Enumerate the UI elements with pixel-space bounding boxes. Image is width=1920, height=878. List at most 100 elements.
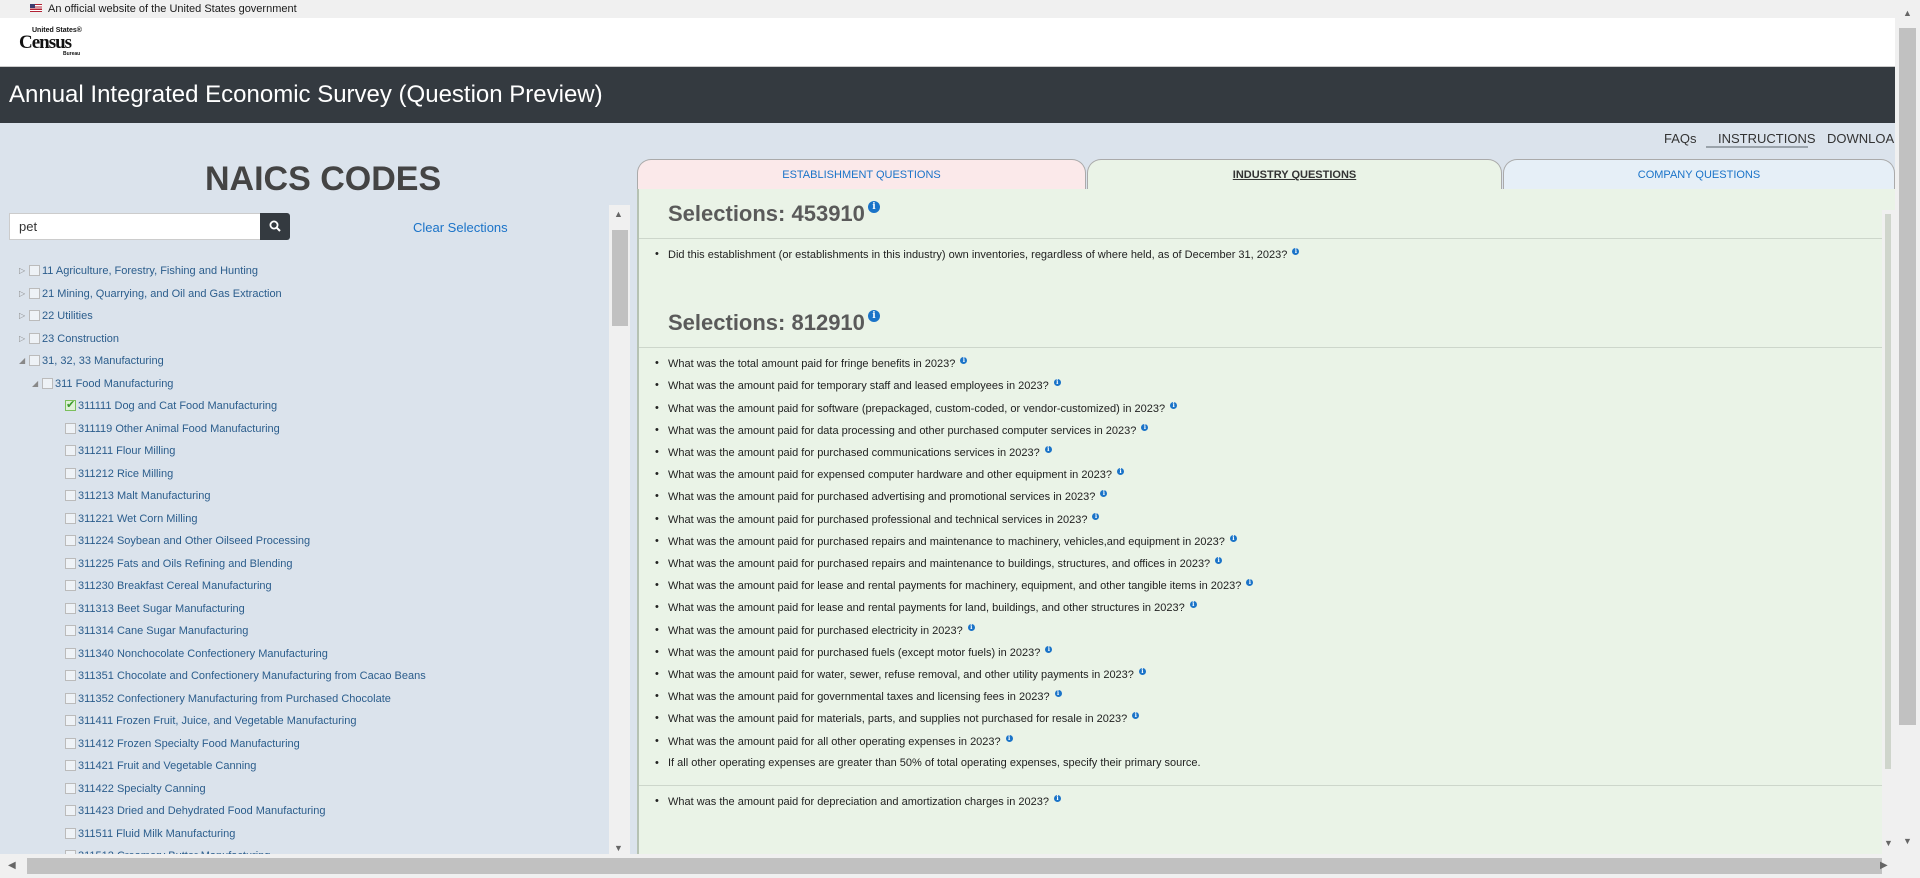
naics-item-label[interactable]: 311422 Specialty Canning — [78, 783, 206, 795]
naics-item-label[interactable]: 22 Utilities — [42, 310, 93, 322]
naics-item-label[interactable]: 311119 Other Animal Food Manufacturing — [78, 423, 280, 435]
page-scroll-thumb[interactable] — [1899, 28, 1916, 725]
info-icon[interactable]: i — [867, 201, 880, 213]
naics-checkbox[interactable] — [29, 310, 40, 321]
info-icon[interactable]: i — [1053, 795, 1061, 802]
clear-selections-link[interactable]: Clear Selections — [413, 220, 508, 235]
info-icon[interactable]: i — [1215, 557, 1223, 564]
naics-item-label[interactable]: 311412 Frozen Specialty Food Manufacturi… — [78, 738, 300, 750]
naics-item-label[interactable]: 311224 Soybean and Other Oilseed Process… — [78, 535, 310, 547]
naics-item-label[interactable]: 23 Construction — [42, 333, 119, 345]
naics-checkbox[interactable] — [29, 332, 40, 344]
info-icon[interactable]: i — [1045, 645, 1053, 653]
scroll-up-icon[interactable]: ▲ — [614, 209, 623, 219]
naics-checkbox[interactable] — [65, 782, 76, 794]
naics-item-label[interactable]: 311314 Cane Sugar Manufacturing — [78, 625, 248, 637]
naics-search-input[interactable]: pet — [9, 213, 261, 240]
instructions-link[interactable]: INSTRUCTIONS — [1718, 131, 1816, 146]
horizontal-scrollbar[interactable]: ◀ ▶ — [0, 854, 1895, 878]
info-icon[interactable]: i — [960, 357, 968, 365]
naics-checkbox[interactable] — [65, 805, 76, 816]
naics-checkbox[interactable] — [65, 715, 76, 726]
page-scroll-down-icon[interactable]: ▼ — [1903, 836, 1912, 846]
expand-toggle-icon[interactable]: ◢ — [32, 379, 40, 388]
info-icon[interactable]: i — [1053, 379, 1061, 387]
info-icon[interactable]: i — [1189, 601, 1197, 609]
naics-checkbox[interactable] — [29, 287, 40, 299]
info-icon[interactable]: i — [1138, 668, 1146, 675]
naics-checkbox[interactable] — [65, 490, 76, 501]
info-icon[interactable]: i — [1246, 579, 1254, 587]
naics-checkbox[interactable] — [65, 602, 76, 614]
expand-toggle-icon[interactable]: ▷ — [19, 289, 27, 298]
naics-item-label[interactable]: 311351 Chocolate and Confectionery Manuf… — [78, 670, 426, 682]
naics-item-label[interactable]: 311352 Confectionery Manufacturing from … — [78, 693, 391, 705]
faqs-link[interactable]: FAQs — [1664, 131, 1697, 146]
info-icon[interactable]: i — [1141, 423, 1149, 431]
naics-item-label[interactable]: 311212 Rice Milling — [78, 468, 173, 480]
naics-item-label[interactable]: 311421 Fruit and Vegetable Canning — [78, 760, 256, 772]
naics-checkbox[interactable] — [65, 422, 76, 434]
naics-checkbox[interactable] — [29, 355, 40, 366]
info-icon[interactable]: i — [1005, 734, 1013, 742]
panel-scroll-thumb[interactable] — [1885, 214, 1891, 769]
naics-item-label[interactable]: 311230 Breakfast Cereal Manufacturing — [78, 580, 272, 592]
naics-item-label[interactable]: 311423 Dried and Dehydrated Food Manufac… — [78, 805, 325, 817]
h-scroll-thumb[interactable] — [27, 858, 1882, 874]
info-icon[interactable]: i — [1170, 401, 1178, 409]
naics-item-label[interactable]: 311 Food Manufacturing — [55, 378, 173, 390]
naics-checkbox[interactable] — [65, 827, 76, 839]
info-icon[interactable]: i — [1044, 446, 1052, 453]
naics-item-label[interactable]: 311411 Frozen Fruit, Juice, and Vegetabl… — [78, 715, 356, 727]
naics-checkbox[interactable] — [65, 737, 76, 749]
expand-toggle-icon[interactable]: ▷ — [19, 267, 27, 275]
tree-scroll-thumb[interactable] — [612, 230, 628, 326]
tree-scrollbar[interactable]: ▲ ▼ — [609, 205, 630, 856]
naics-item-label[interactable]: 311111 Dog and Cat Food Manufacturing — [78, 400, 277, 412]
naics-checkbox[interactable] — [65, 512, 76, 524]
info-icon[interactable]: i — [1292, 248, 1300, 255]
naics-item-label[interactable]: 311511 Fluid Milk Manufacturing — [78, 828, 235, 840]
naics-checkbox[interactable] — [65, 580, 76, 591]
naics-checkbox[interactable] — [29, 265, 40, 276]
tab-industry-questions[interactable]: INDUSTRY QUESTIONS — [1087, 159, 1502, 190]
census-logo[interactable]: United States® Census Bureau — [19, 27, 89, 59]
page-scrollbar[interactable]: ▲ ▼ — [1895, 0, 1920, 878]
naics-checkbox[interactable] — [42, 377, 53, 389]
info-icon[interactable]: i — [1132, 712, 1140, 720]
naics-item-label[interactable]: 11 Agriculture, Forestry, Fishing and Hu… — [42, 265, 258, 277]
expand-toggle-icon[interactable]: ◢ — [19, 357, 27, 365]
info-icon[interactable]: i — [867, 310, 880, 323]
naics-item-label[interactable]: 31, 32, 33 Manufacturing — [42, 355, 164, 367]
info-icon[interactable]: i — [1092, 512, 1100, 520]
naics-checkbox[interactable] — [65, 625, 76, 636]
info-icon[interactable]: i — [1116, 468, 1124, 476]
naics-item-label[interactable]: 311340 Nonchocolate Confectionery Manufa… — [78, 648, 328, 660]
search-button[interactable] — [260, 213, 290, 240]
panel-scroll-down-icon[interactable]: ▼ — [1884, 838, 1893, 848]
scroll-down-icon[interactable]: ▼ — [614, 843, 623, 853]
scroll-right-icon[interactable]: ▶ — [1880, 860, 1888, 871]
download-link[interactable]: DOWNLOAD — [1827, 131, 1904, 146]
expand-toggle-icon[interactable]: ▷ — [19, 334, 27, 343]
naics-item-label[interactable]: 311225 Fats and Oils Refining and Blendi… — [78, 558, 292, 570]
page-scroll-up-icon[interactable]: ▲ — [1903, 8, 1912, 18]
tab-company-questions[interactable]: COMPANY QUESTIONS — [1503, 159, 1895, 190]
naics-item-label[interactable]: 311213 Malt Manufacturing — [78, 490, 211, 502]
naics-checkbox[interactable] — [65, 692, 76, 704]
naics-checkbox[interactable] — [65, 557, 76, 569]
info-icon[interactable]: i — [967, 623, 975, 631]
naics-checkbox[interactable] — [65, 760, 76, 771]
scroll-left-icon[interactable]: ◀ — [8, 860, 16, 871]
naics-checkbox[interactable] — [65, 670, 76, 681]
naics-item-label[interactable]: 21 Mining, Quarrying, and Oil and Gas Ex… — [42, 288, 282, 300]
tab-establishment-questions[interactable]: ESTABLISHMENT QUESTIONS — [637, 159, 1086, 190]
info-icon[interactable]: i — [1229, 534, 1237, 542]
panel-scrollbar[interactable]: ▼ — [1882, 210, 1895, 854]
naics-item-label[interactable]: 311221 Wet Corn Milling — [78, 513, 197, 525]
naics-checkbox[interactable] — [65, 445, 76, 456]
naics-item-label[interactable]: 311313 Beet Sugar Manufacturing — [78, 603, 245, 615]
naics-checkbox[interactable] — [65, 647, 76, 659]
expand-toggle-icon[interactable]: ▷ — [19, 312, 27, 320]
naics-checkbox[interactable] — [65, 398, 76, 411]
